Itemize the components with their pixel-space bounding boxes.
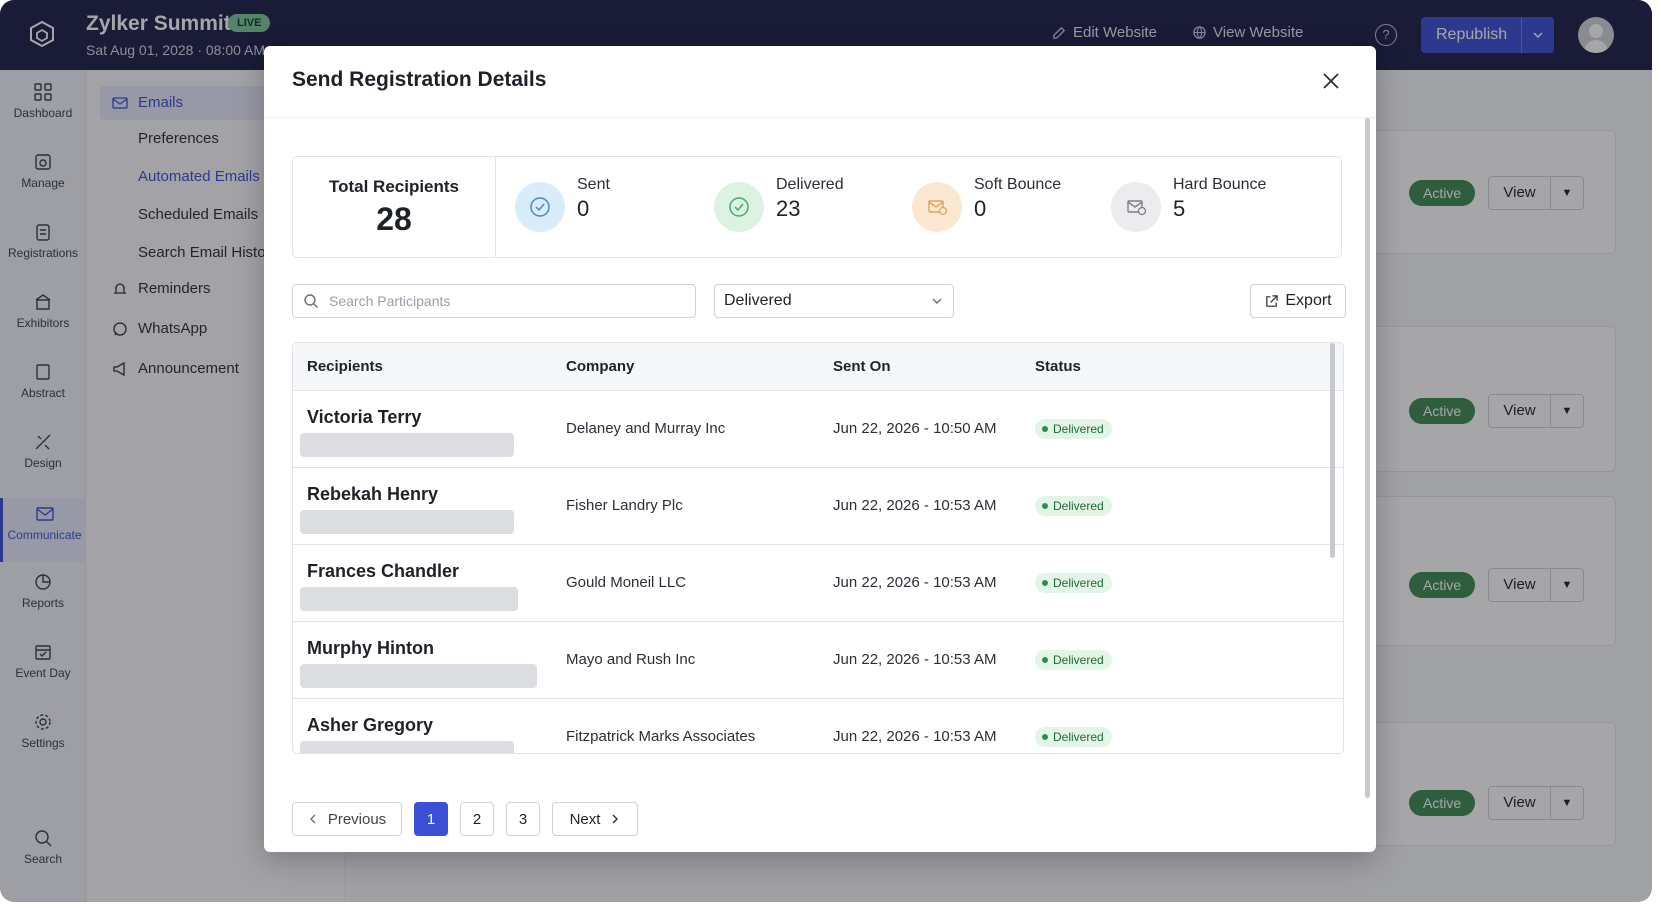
table-row[interactable]: Murphy Hinton Mayo and Rush Inc Jun 22, …: [293, 622, 1343, 699]
check-circle-icon: [714, 182, 764, 232]
status-badge: Delivered: [1035, 496, 1112, 516]
sent-on: Jun 22, 2026 - 10:50 AM: [833, 420, 997, 437]
stat-hard-bounce: Hard Bounce 5: [1111, 176, 1266, 232]
stat-label: Soft Bounce: [974, 176, 1062, 193]
status-dot: [1042, 657, 1048, 663]
status-badge: Delivered: [1035, 650, 1112, 670]
table-row[interactable]: Frances Chandler Gould Moneil LLC Jun 22…: [293, 545, 1343, 622]
recipient-company: Mayo and Rush Inc: [566, 651, 696, 668]
previous-label: Previous: [327, 810, 387, 828]
stat-label: Delivered: [776, 176, 844, 193]
status-label: Delivered: [1053, 730, 1104, 744]
previous-button[interactable]: Previous: [292, 802, 402, 836]
stat-value: 23: [776, 196, 801, 221]
recipient-name: Rebekah Henry: [307, 484, 439, 504]
status-dot: [1042, 503, 1048, 509]
modal-scrollbar[interactable]: [1365, 118, 1370, 798]
chevron-down-icon: [932, 298, 942, 304]
column-header-status[interactable]: Status: [1035, 358, 1081, 375]
filter-selected-value: Delivered: [724, 292, 792, 309]
modal-header: Send Registration Details: [264, 46, 1376, 118]
export-icon: [1266, 294, 1279, 307]
check-circle-icon: [515, 182, 565, 232]
status-badge: Delivered: [1035, 419, 1112, 439]
app-window: Zylker Summit LIVE Sat Aug 01, 2028 · 08…: [0, 0, 1652, 902]
table-header: Recipients Company Sent On Status: [293, 343, 1343, 391]
stat-label: Hard Bounce: [1173, 176, 1267, 193]
stat-value: 5: [1173, 196, 1186, 221]
recipient-name: Victoria Terry: [307, 407, 422, 427]
table-scrollbar[interactable]: [1330, 343, 1335, 558]
redacted-email: [300, 510, 514, 534]
redacted-email: [300, 433, 514, 457]
status-dot: [1042, 426, 1048, 432]
recipient-name: Asher Gregory: [307, 715, 434, 735]
send-registration-details-modal: Send Registration Details Total Recipien…: [264, 46, 1376, 852]
status-label: Delivered: [1053, 653, 1104, 667]
status-dot: [1042, 734, 1048, 740]
status-label: Delivered: [1053, 576, 1104, 590]
recipient-company: Fitzpatrick Marks Associates: [566, 728, 756, 745]
next-label: Next: [569, 810, 601, 828]
status-label: Delivered: [1053, 422, 1104, 436]
total-recipients-value: 28: [376, 201, 412, 237]
redacted-email: [300, 741, 514, 753]
mail-bounce-icon: [1111, 182, 1161, 232]
sent-on: Jun 22, 2026 - 10:53 AM: [833, 574, 997, 591]
export-button[interactable]: Export: [1250, 284, 1346, 318]
recipient-company: Delaney and Murray Inc: [566, 420, 726, 437]
stat-label: Sent: [577, 176, 610, 193]
status-label: Delivered: [1053, 499, 1104, 513]
close-icon[interactable]: [1320, 70, 1342, 92]
pagination: Previous 1 2 3 Next: [292, 802, 638, 836]
status-badge: Delivered: [1035, 727, 1112, 747]
column-header-company[interactable]: Company: [566, 358, 634, 375]
search-icon: [304, 294, 318, 308]
chevron-left-icon: [309, 814, 316, 824]
stat-soft-bounce: Soft Bounce 0: [912, 176, 1061, 232]
total-recipients-label: Total Recipients: [328, 177, 460, 196]
redacted-email: [300, 664, 537, 688]
status-badge: Delivered: [1035, 573, 1112, 593]
table-row[interactable]: Victoria Terry Delaney and Murray Inc Ju…: [293, 391, 1343, 468]
recipient-company: Gould Moneil LLC: [566, 574, 687, 591]
modal-title: Send Registration Details: [292, 68, 547, 91]
sent-on: Jun 22, 2026 - 10:53 AM: [833, 497, 997, 514]
sent-on: Jun 22, 2026 - 10:53 AM: [833, 728, 997, 745]
search-participants-field[interactable]: [292, 284, 696, 318]
total-recipients: Total Recipients 28: [293, 157, 496, 257]
stat-sent: Sent 0: [515, 176, 610, 232]
recipient-company: Fisher Landry Plc: [566, 497, 683, 514]
column-header-sent-on[interactable]: Sent On: [833, 358, 891, 375]
stat-value: 0: [974, 196, 987, 221]
status-dot: [1042, 580, 1048, 586]
recipient-name: Murphy Hinton: [307, 638, 434, 658]
sent-on: Jun 22, 2026 - 10:53 AM: [833, 651, 997, 668]
page-button-1[interactable]: 1: [414, 802, 448, 836]
recipients-table: Recipients Company Sent On Status Victor…: [292, 342, 1344, 754]
table-row[interactable]: Rebekah Henry Fisher Landry Plc Jun 22, …: [293, 468, 1343, 545]
recipient-name: Frances Chandler: [307, 561, 460, 581]
export-label: Export: [1285, 292, 1332, 309]
search-input[interactable]: [329, 293, 669, 309]
next-button[interactable]: Next: [552, 802, 638, 836]
page-button-3[interactable]: 3: [506, 802, 540, 836]
stat-delivered: Delivered 23: [714, 176, 844, 232]
column-header-recipients[interactable]: Recipients: [307, 358, 383, 375]
page-button-2[interactable]: 2: [460, 802, 494, 836]
chevron-right-icon: [612, 814, 619, 824]
mail-bounce-icon: [912, 182, 962, 232]
recipient-stats: Total Recipients 28 Sent 0 Delivered 23 S: [292, 156, 1342, 258]
stat-value: 0: [577, 196, 590, 221]
status-filter-select[interactable]: Delivered: [714, 284, 954, 318]
table-row[interactable]: Asher Gregory Fitzpatrick Marks Associat…: [293, 699, 1343, 753]
redacted-email: [300, 587, 518, 611]
